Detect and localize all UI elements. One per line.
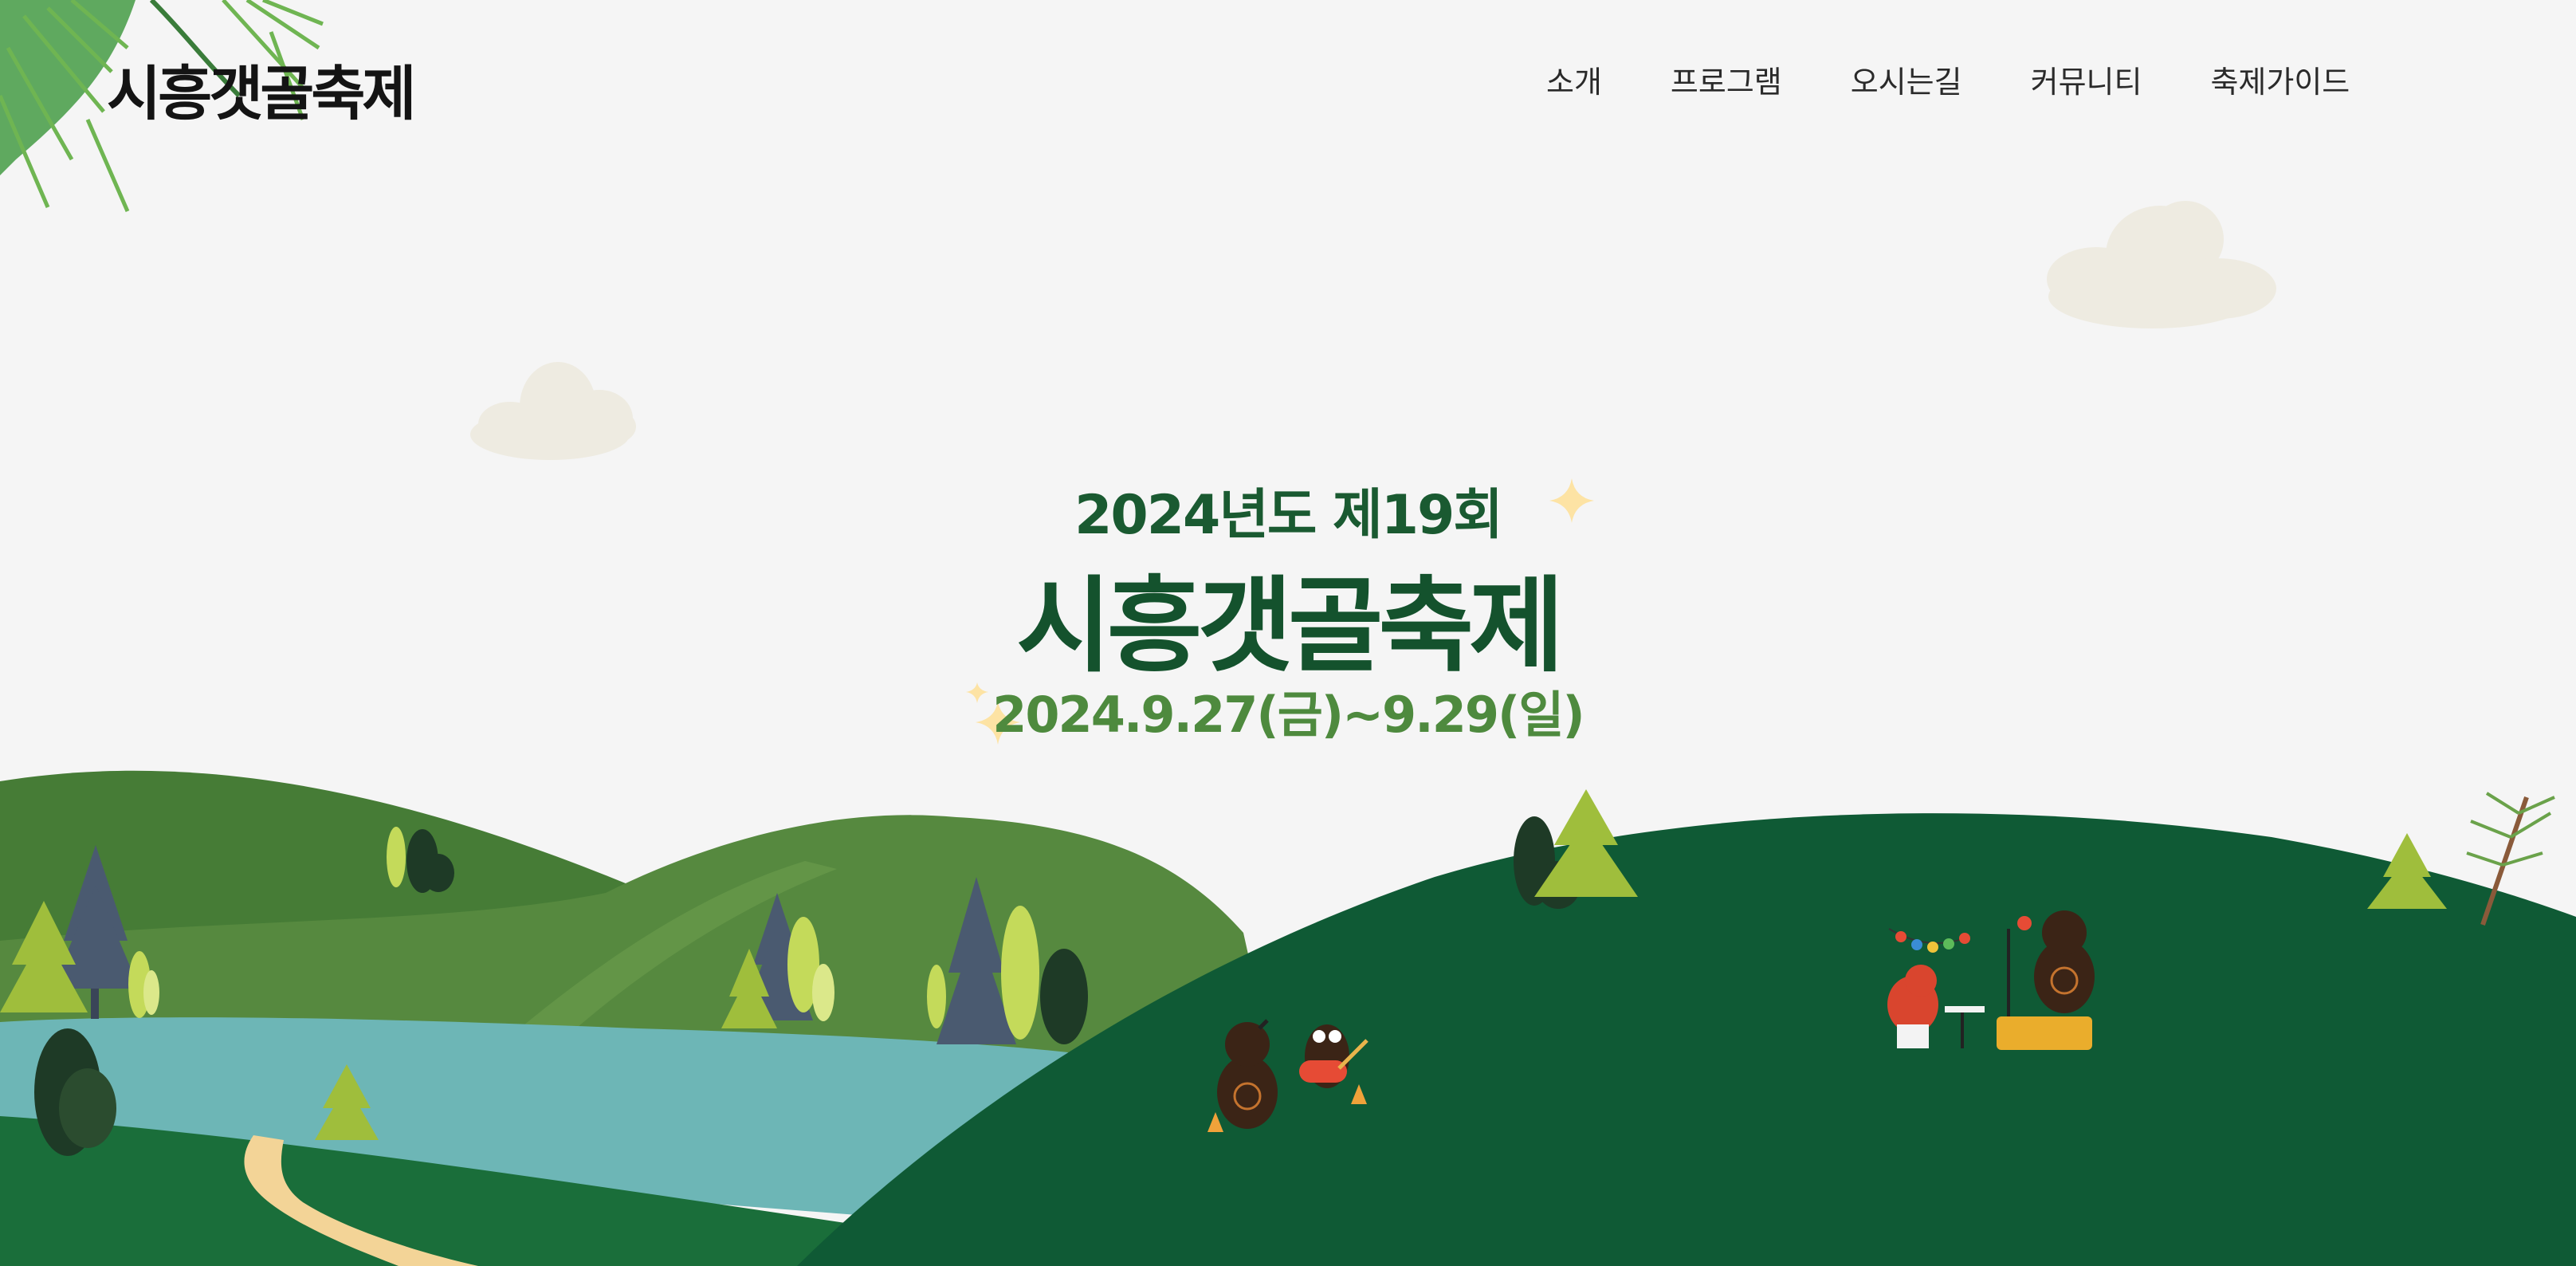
cloud-icon	[470, 362, 636, 460]
pine-branch-icon	[2466, 792, 2555, 867]
site-logo[interactable]: 시흥갯골축제	[107, 46, 416, 132]
bear-singer-icon	[2034, 910, 2095, 1013]
hero-dates: 2024.9.27(금)~9.29(일)	[992, 686, 1584, 744]
hero-edition: 2024년도 제19회	[1074, 484, 1503, 547]
nav-item-festival-guide[interactable]: 축제가이드	[2210, 57, 2350, 101]
bush-icon	[812, 964, 834, 1021]
nav-item-program[interactable]: 프로그램	[1671, 57, 1782, 101]
bush-icon	[143, 970, 159, 1015]
bush-icon	[927, 965, 946, 1028]
main-nav: 소개 프로그램 오시는길 커뮤니티 축제가이드	[1546, 57, 2350, 101]
hero-title: 시흥갯골축제	[1016, 565, 1565, 686]
bush-icon	[1001, 906, 1039, 1040]
cloud-icon	[2047, 201, 2276, 328]
nav-item-community[interactable]: 커뮤니티	[2031, 57, 2142, 101]
bush-icon	[387, 827, 406, 887]
nav-item-intro[interactable]: 소개	[1546, 57, 1602, 101]
bush-icon	[1040, 949, 1088, 1044]
nav-item-directions[interactable]: 오시는길	[1851, 57, 1962, 101]
